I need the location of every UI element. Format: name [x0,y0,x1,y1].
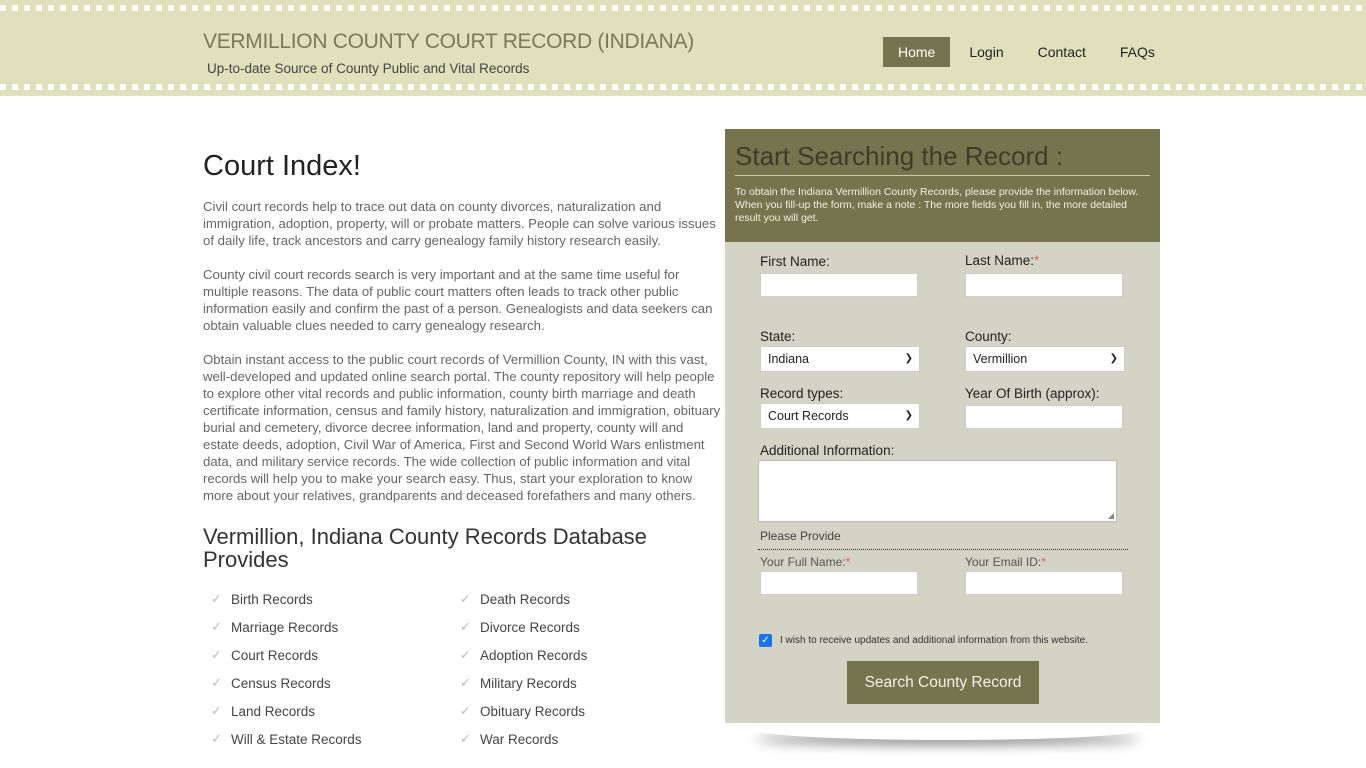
record-item: ✓ Marriage Records [211,619,339,635]
please-provide-label: Please Provide [760,529,841,543]
chevron-down-icon: ❯ [904,353,913,364]
chevron-down-icon: ❯ [1109,353,1118,364]
record-item: ✓ Will & Estate Records [211,731,362,747]
record-item: ✓ Adoption Records [460,647,588,663]
record-item: ✓ Court Records [211,647,319,663]
year-of-birth-input[interactable] [965,405,1123,429]
check-icon: ✓ [211,647,222,662]
required-mark: * [1041,555,1046,569]
check-icon: ✓ [460,647,471,662]
required-mark: * [1034,253,1040,268]
check-icon: ✓ [460,591,471,606]
main-nav: Home Login Contact FAQs [883,37,1174,67]
importance-paragraph: County civil court records search is ver… [203,267,713,333]
check-icon: ✓ [460,619,471,634]
nav-contact[interactable]: Contact [1023,37,1101,67]
record-item: ✓ Obituary Records [460,703,586,719]
site-subtitle: Up-to-date Source of County Public and V… [207,61,530,76]
record-types-select[interactable]: Court Records ❯ [760,403,920,429]
full-name-label: Your Full Name:* [760,555,851,569]
full-name-input[interactable] [760,571,918,595]
resize-grip-icon[interactable]: ◢ [1108,511,1114,520]
consent-row: ✓ I wish to receive updates and addition… [759,634,1088,647]
state-select[interactable]: Indiana ❯ [760,346,920,372]
search-county-record-button[interactable]: Search County Record [847,661,1039,704]
page-title: Court Index! [203,150,361,182]
nav-faqs[interactable]: FAQs [1105,37,1170,67]
header-dotted-border-top [0,5,1366,11]
last-name-input[interactable] [965,273,1123,297]
form-description: To obtain the Indiana Vermillion County … [735,186,1139,224]
site-header: VERMILLION COUNTY COURT RECORD (INDIANA)… [0,0,1366,96]
check-icon: ✓ [460,731,471,746]
email-label: Your Email ID:* [965,555,1046,569]
main-content: Court Index! Civil court records help to… [203,150,721,753]
check-icon: ✓ [460,675,471,690]
records-list: ✓ Birth Records ✓ Death Records ✓ Marriage … [203,585,721,753]
access-paragraph: Obtain instant access to the public cour… [203,352,721,503]
record-item: ✓ Census Records [211,675,331,691]
check-icon: ✓ [211,675,222,690]
search-form-panel: Start Searching the Record : To obtain t… [725,129,1160,723]
check-icon: ✓ [460,703,471,718]
additional-info-textarea[interactable]: ◢ [758,460,1117,522]
state-label: State: [760,329,796,344]
consent-text: I wish to receive updates and additional… [780,635,1088,646]
county-select[interactable]: Vermillion ❯ [965,346,1125,372]
nav-login[interactable]: Login [954,37,1018,67]
check-icon: ✓ [211,703,222,718]
check-icon: ✓ [211,619,222,634]
first-name-label: First Name: [760,254,830,269]
record-item: ✓ Military Records [460,675,577,691]
record-types-label: Record types: [760,386,844,401]
site-title[interactable]: VERMILLION COUNTY COURT RECORD (INDIANA) [203,30,694,54]
record-item: ✓ Divorce Records [460,619,580,635]
county-label: County: [965,329,1012,344]
additional-info-label: Additional Information: [760,443,895,458]
record-item: ✓ Land Records [211,703,316,719]
record-item: ✓ War Records [460,731,559,747]
check-icon: ✓ [211,591,222,606]
check-icon: ✓ [211,731,222,746]
record-item: ✓ Death Records [460,591,571,607]
record-item: ✓ Birth Records [211,591,313,607]
required-mark: * [845,555,851,569]
consent-checkbox[interactable]: ✓ [759,634,772,647]
email-input[interactable] [965,571,1123,595]
form-title: Start Searching the Record : [735,141,1150,176]
nav-home[interactable]: Home [883,37,951,67]
intro-paragraph: Civil court records help to trace out da… [203,199,716,248]
last-name-label: Last Name:* [965,253,1040,268]
form-header: Start Searching the Record : To obtain t… [725,129,1160,242]
first-name-input[interactable] [760,273,918,297]
header-dotted-border-bottom [0,84,1366,90]
database-heading: Vermillion, Indiana County Records Datab… [203,524,647,572]
dotted-divider [758,549,1128,550]
chevron-down-icon: ❯ [904,410,913,421]
year-of-birth-label: Year Of Birth (approx): [965,386,1100,401]
